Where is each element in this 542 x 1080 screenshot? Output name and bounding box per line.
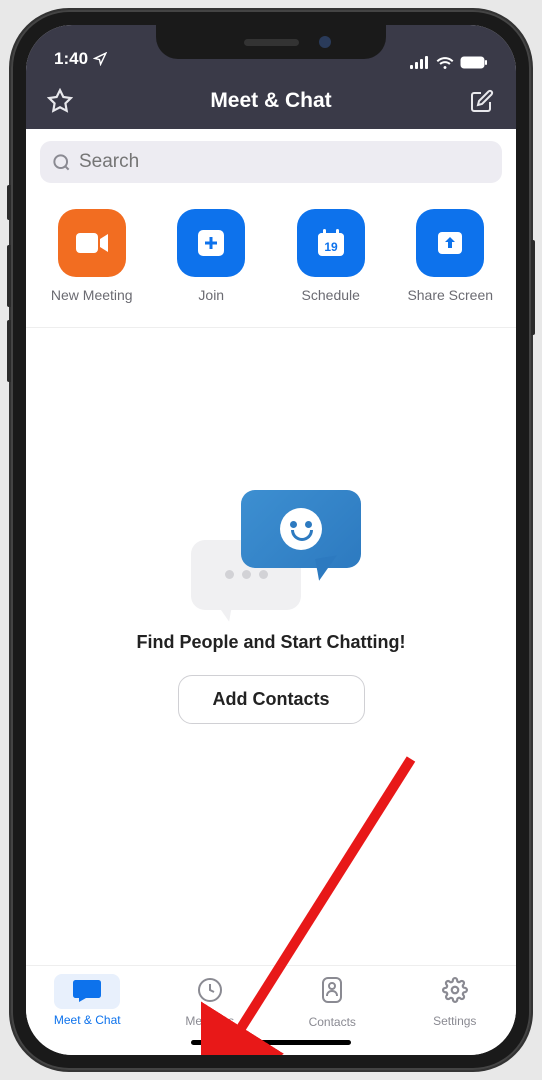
tab-label: Meetings [185, 1014, 234, 1028]
status-time: 1:40 [54, 49, 88, 69]
wifi-icon [436, 56, 454, 69]
compose-icon [470, 89, 494, 113]
tab-label: Contacts [309, 1015, 356, 1029]
upload-icon [434, 227, 466, 259]
video-icon [74, 231, 110, 255]
action-label: Share Screen [407, 287, 493, 303]
calendar-icon: 19 [314, 226, 348, 260]
phone-frame: 1:40 Meet & Chat [11, 10, 531, 1070]
battery-icon [460, 56, 488, 69]
tab-meetings[interactable]: Meetings [149, 966, 272, 1035]
search-bar[interactable] [40, 141, 502, 183]
tab-label: Settings [433, 1014, 476, 1028]
screen: 1:40 Meet & Chat [26, 25, 516, 1055]
chat-icon [72, 978, 102, 1002]
search-input[interactable] [79, 151, 490, 173]
svg-text:19: 19 [324, 240, 338, 254]
star-button[interactable] [46, 87, 74, 115]
header: Meet & Chat [26, 73, 516, 129]
location-icon [93, 52, 107, 66]
plus-icon [195, 227, 227, 259]
compose-button[interactable] [468, 87, 496, 115]
action-label: Schedule [302, 287, 360, 303]
person-icon [320, 976, 344, 1004]
add-contacts-button[interactable]: Add Contacts [178, 675, 365, 724]
action-label: New Meeting [51, 287, 133, 303]
page-title: Meet & Chat [210, 89, 331, 113]
schedule-button[interactable]: 19 Schedule [271, 209, 391, 303]
tab-settings[interactable]: Settings [394, 966, 517, 1035]
tab-label: Meet & Chat [54, 1013, 121, 1027]
gear-icon [442, 977, 468, 1003]
clock-icon [197, 977, 223, 1003]
tab-meet-chat[interactable]: Meet & Chat [26, 966, 149, 1035]
tab-contacts[interactable]: Contacts [271, 966, 394, 1035]
empty-state: Find People and Start Chatting! Add Cont… [26, 328, 516, 965]
share-screen-button[interactable]: Share Screen [391, 209, 511, 303]
join-button[interactable]: Join [152, 209, 272, 303]
chat-illustration [181, 490, 361, 610]
home-indicator[interactable] [191, 1040, 351, 1045]
action-label: Join [198, 287, 224, 303]
search-icon [52, 153, 71, 172]
star-icon [47, 88, 73, 114]
cellular-icon [410, 56, 430, 69]
notch [156, 25, 386, 59]
empty-title: Find People and Start Chatting! [137, 632, 406, 653]
action-grid: New Meeting Join 19 Schedule [26, 195, 516, 328]
new-meeting-button[interactable]: New Meeting [32, 209, 152, 303]
content-area: New Meeting Join 19 Schedule [26, 129, 516, 965]
